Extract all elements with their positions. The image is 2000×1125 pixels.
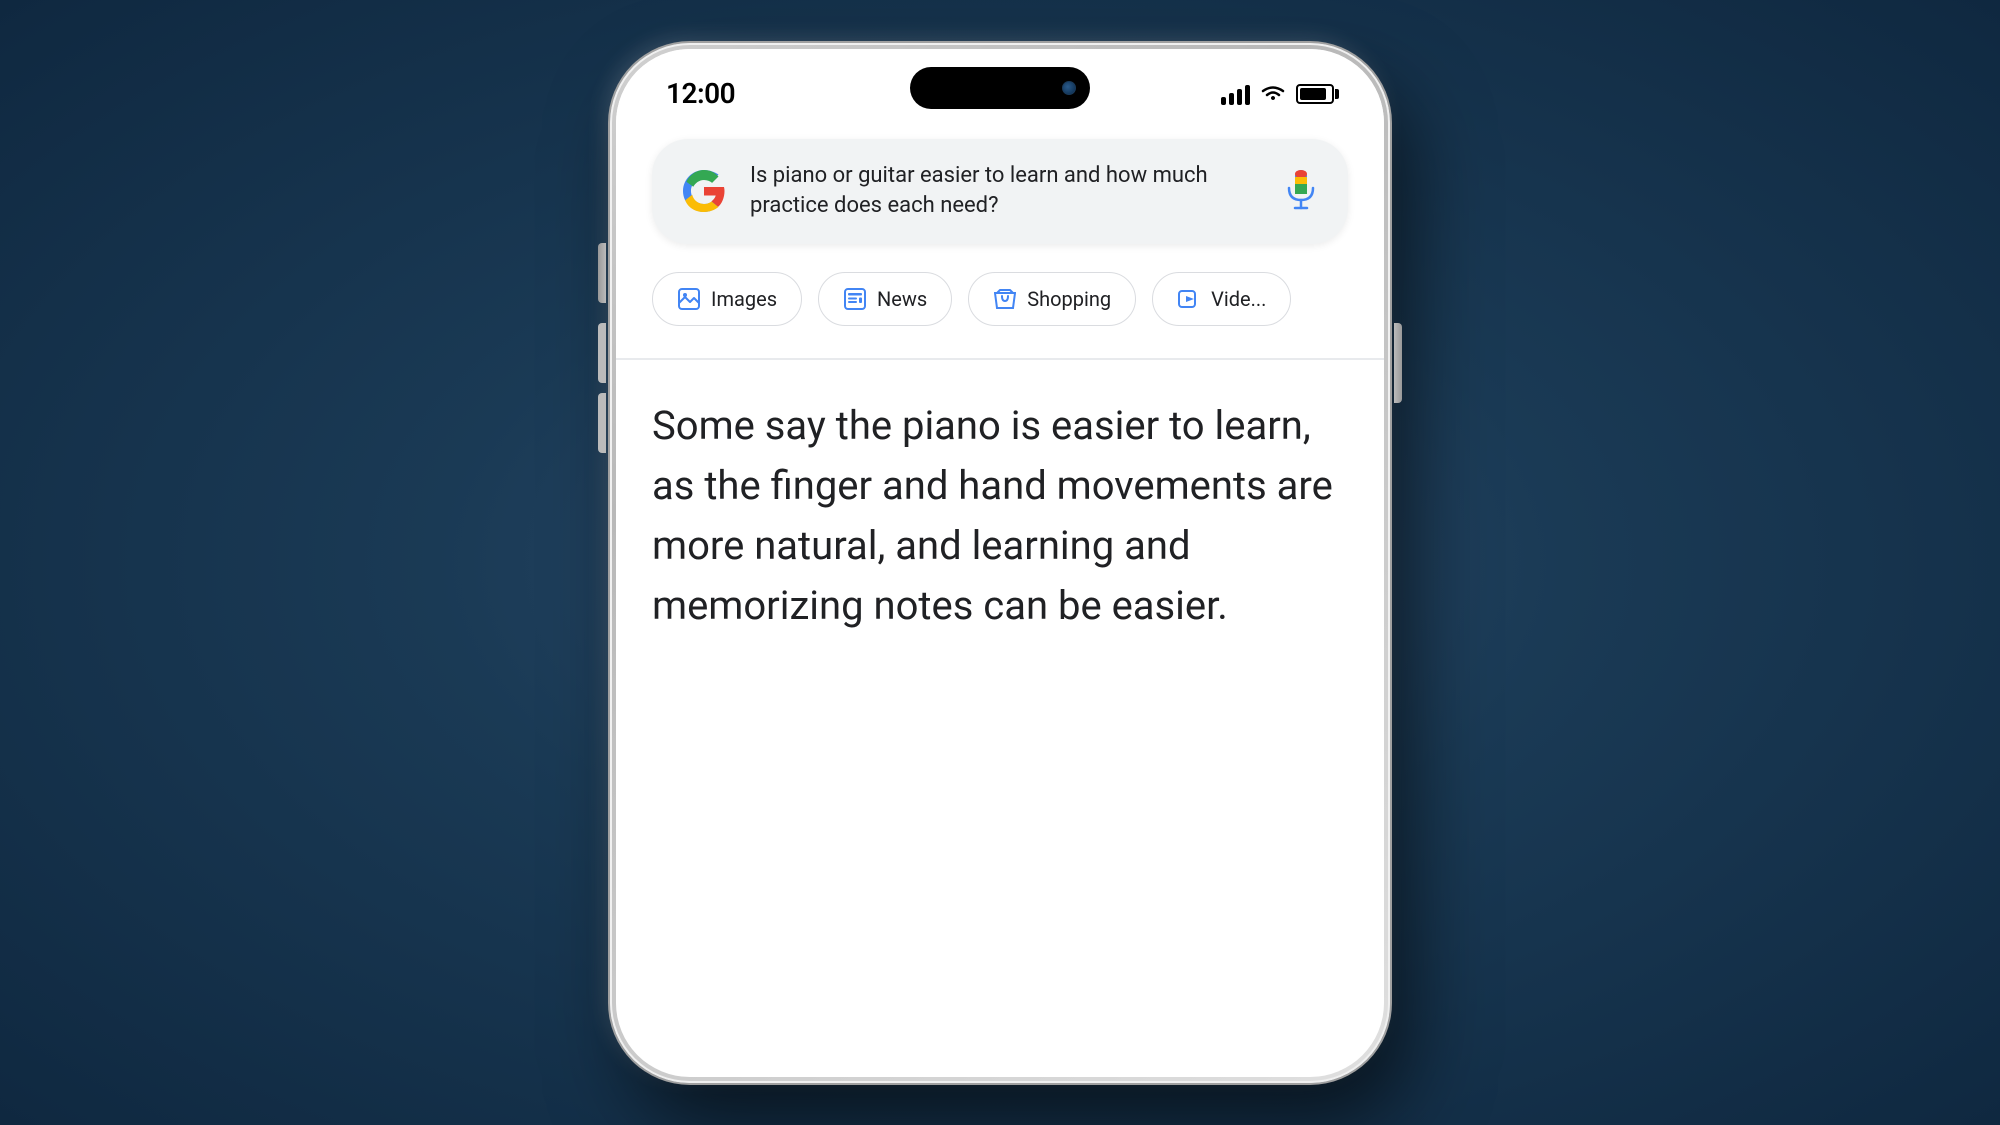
search-bar[interactable]: Is piano or guitar easier to learn and h… <box>652 139 1348 245</box>
wifi-icon <box>1260 84 1286 104</box>
result-text: Some say the piano is easier to learn, a… <box>652 396 1348 636</box>
shopping-chip[interactable]: Shopping <box>968 272 1136 326</box>
dynamic-island <box>910 67 1090 109</box>
filter-chips: Images News <box>652 272 1348 326</box>
search-query-text[interactable]: Is piano or guitar easier to learn and h… <box>750 161 1260 223</box>
content-divider <box>616 358 1384 360</box>
status-time: 12:00 <box>666 77 735 110</box>
shopping-icon <box>993 287 1017 311</box>
videos-chip[interactable]: Vide... <box>1152 272 1291 326</box>
google-logo-icon <box>680 167 728 215</box>
signal-bar-3 <box>1237 89 1242 105</box>
news-label: News <box>877 287 927 311</box>
images-icon <box>677 287 701 311</box>
battery-icon <box>1296 84 1334 104</box>
screen-content: Is piano or guitar easier to learn and h… <box>616 119 1384 636</box>
images-label: Images <box>711 287 777 311</box>
status-bar: 12:00 <box>616 49 1384 119</box>
phone-screen: 12:00 <box>616 49 1384 1077</box>
camera-dot <box>1062 81 1076 95</box>
phone-outer: 12:00 <box>610 43 1390 1083</box>
phone-wrapper: 12:00 <box>590 33 1410 1093</box>
news-chip[interactable]: News <box>818 272 952 326</box>
video-icon <box>1177 287 1201 311</box>
shopping-label: Shopping <box>1027 287 1111 311</box>
videos-label: Vide... <box>1211 287 1266 311</box>
microphone-icon[interactable] <box>1282 167 1320 215</box>
signal-bar-4 <box>1245 85 1250 105</box>
status-icons <box>1221 83 1334 105</box>
images-chip[interactable]: Images <box>652 272 802 326</box>
battery-fill <box>1300 88 1326 100</box>
news-icon <box>843 287 867 311</box>
signal-bar-1 <box>1221 97 1226 105</box>
signal-bars-icon <box>1221 83 1250 105</box>
signal-bar-2 <box>1229 93 1234 105</box>
